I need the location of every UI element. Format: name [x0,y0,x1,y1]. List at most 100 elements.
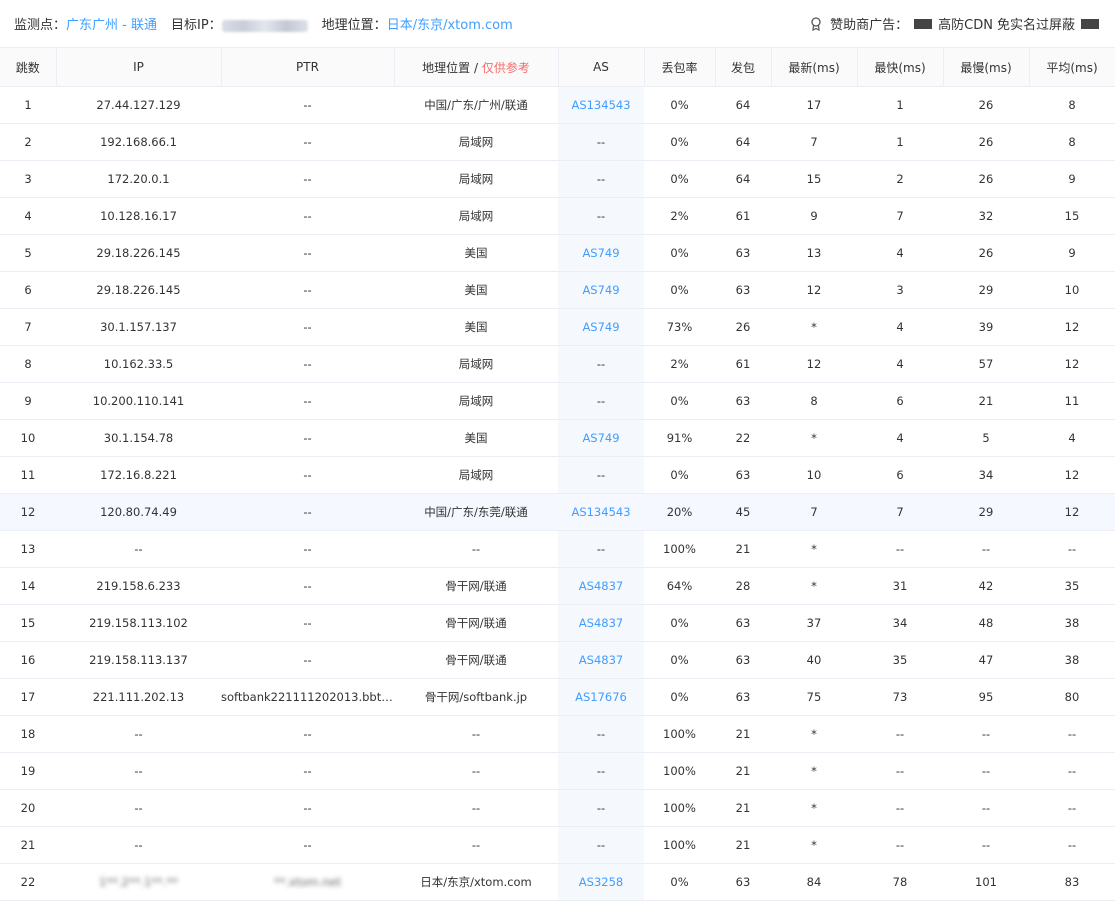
col-avg: 平均(ms) [1029,48,1115,87]
table-row: 16 219.158.113.137 -- 骨干网/联通 AS4837 0% 63 40 35 4… [0,641,1115,679]
cell-hop: 1 [0,86,56,124]
cell-ptr: -- [221,345,394,383]
cell-last: * [771,789,857,827]
cell-loss: 100% [644,530,715,568]
cell-worst: 39 [943,308,1029,346]
cell-sent: 45 [715,493,771,531]
cell-loss: 0% [644,86,715,124]
geo-group: 地理位置：日本/东京/xtom.com [322,14,513,33]
cell-worst: 29 [943,271,1029,309]
cell-loss: 0% [644,271,715,309]
cell-loss: 100% [644,752,715,790]
cell-geo: 骨干网/联通 [394,641,558,679]
cell-hop: 11 [0,456,56,494]
as-link[interactable]: AS4837 [579,579,623,593]
table-row: 1 27.44.127.129 -- 中国/广东/广州/联通 AS134543 0% 64 1… [0,86,1115,124]
monitor-value-link[interactable]: 广东广州 - 联通 [66,18,157,33]
cell-best: -- [857,530,943,568]
cell-best: 6 [857,456,943,494]
as-link[interactable]: AS3258 [579,875,623,889]
cell-last: 9 [771,197,857,235]
top-info-bar: 监测点：广东广州 - 联通 目标IP： 地理位置：日本/东京/xtom.com … [0,0,1115,48]
sponsor-ad[interactable]: 赞助商广告： 高防CDN 免实名过屏蔽 [810,14,1101,33]
sponsor-mask-2 [1081,18,1099,29]
cell-last: * [771,826,857,864]
cell-as: AS4837 [558,641,644,679]
as-link[interactable]: AS4837 [579,616,623,630]
col-ip: IP [56,48,222,87]
cell-hop: 2 [0,123,56,161]
cell-geo: 日本/东京/xtom.com [394,863,558,901]
cell-ptr: -- [221,308,394,346]
cell-loss: 64% [644,567,715,605]
cell-hop: 4 [0,197,56,235]
cell-avg: 9 [1029,160,1115,198]
cell-as: AS3258 [558,863,644,901]
cell-sent: 21 [715,826,771,864]
probe-summary: 监测点：广东广州 - 联通 目标IP： 地理位置：日本/东京/xtom.com [14,14,513,33]
cell-last: 37 [771,604,857,642]
cell-loss: 0% [644,234,715,272]
cell-geo: 美国 [394,234,558,272]
cell-sent: 63 [715,678,771,716]
cell-ip: 219.158.113.102 [56,604,221,642]
col-loss: 丢包率 [644,48,716,87]
cell-ip: -- [56,826,221,864]
cell-hop: 15 [0,604,56,642]
geo-value-link[interactable]: 日本/东京/xtom.com [387,18,513,33]
cell-avg: -- [1029,752,1115,790]
col-geo-note: 仅供参考 [481,60,530,75]
cell-best: -- [857,715,943,753]
as-link[interactable]: AS134543 [571,505,630,519]
cell-last: * [771,567,857,605]
as-link[interactable]: AS749 [582,320,619,334]
cell-best: 3 [857,271,943,309]
cell-best: 35 [857,641,943,679]
as-link[interactable]: AS749 [582,246,619,260]
cell-sent: 21 [715,530,771,568]
as-link[interactable]: AS134543 [571,98,630,112]
cell-ip: 10.128.16.17 [56,197,221,235]
cell-ip: 1**.2**.1**.** [56,863,221,901]
cell-avg: 8 [1029,86,1115,124]
cell-sent: 21 [715,789,771,827]
col-worst: 最慢(ms) [943,48,1030,87]
cell-last: * [771,752,857,790]
cell-best: 34 [857,604,943,642]
cell-sent: 63 [715,641,771,679]
cell-worst: 57 [943,345,1029,383]
as-link[interactable]: AS17676 [575,690,627,704]
masked-ip: 1**.2**.1**.** [99,875,178,889]
cell-avg: 12 [1029,493,1115,531]
cell-worst: 32 [943,197,1029,235]
cell-last: * [771,715,857,753]
as-link[interactable]: AS749 [582,431,619,445]
cell-ip: 30.1.154.78 [56,419,221,457]
cell-worst: -- [943,826,1029,864]
cell-loss: 0% [644,123,715,161]
cell-as: -- [558,382,644,420]
as-link[interactable]: AS749 [582,283,619,297]
col-best: 最快(ms) [857,48,944,87]
table-row: 17 221.111.202.13 softbank221111202013.bbt… [0,678,1115,716]
cell-worst: 47 [943,641,1029,679]
cell-as: AS134543 [558,493,644,531]
col-geo-label: 地理位置 / [422,60,482,75]
sponsor-text-1: 高防CDN [938,18,993,33]
table-body: 1 27.44.127.129 -- 中国/广东/广州/联通 AS134543 0% 64 1… [0,86,1115,901]
cell-ip: 172.20.0.1 [56,160,221,198]
cell-ip: -- [56,715,221,753]
cell-best: 31 [857,567,943,605]
cell-avg: 38 [1029,641,1115,679]
cell-ip: 219.158.113.137 [56,641,221,679]
table-row: 8 10.162.33.5 -- 局域网 -- 2% 61 12 4 57 12 [0,345,1115,383]
cell-ptr: -- [221,826,394,864]
cell-sent: 63 [715,604,771,642]
cell-as: -- [558,345,644,383]
col-last: 最新(ms) [771,48,858,87]
cell-as: AS749 [558,234,644,272]
as-link[interactable]: AS4837 [579,653,623,667]
cell-sent: 61 [715,345,771,383]
col-ptr: PTR [221,48,395,87]
cell-best: 4 [857,234,943,272]
